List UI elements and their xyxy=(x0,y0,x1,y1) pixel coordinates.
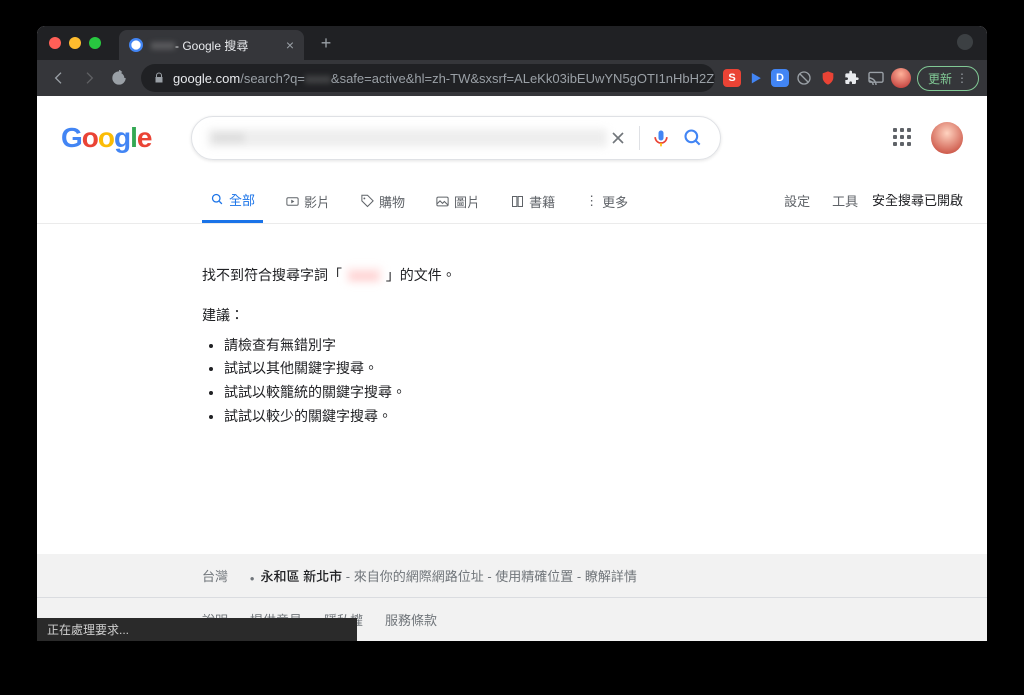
tab-title-redacted: xxxx xyxy=(151,38,175,52)
footer-location: 永和區 新北市 xyxy=(250,569,342,584)
url-path-prefix: /search?q= xyxy=(240,71,305,86)
account-avatar[interactable] xyxy=(931,122,963,154)
voice-search-icon[interactable] xyxy=(650,127,672,149)
ext-icon-s[interactable]: S xyxy=(723,69,741,87)
google-apps-icon[interactable] xyxy=(893,128,913,148)
tab-shopping[interactable]: 購物 xyxy=(352,180,413,222)
tab-overflow-icon[interactable] xyxy=(957,34,973,50)
url-query-redacted: xxxx xyxy=(305,71,331,86)
learn-more-link[interactable]: 瞭解詳情 xyxy=(585,569,637,584)
search-header: Google xxxx xyxy=(37,96,987,160)
tag-icon xyxy=(360,194,375,209)
new-tab-button[interactable]: + xyxy=(314,31,338,55)
close-tab-button[interactable]: × xyxy=(286,37,294,53)
tools-link[interactable]: 工具 xyxy=(832,191,858,210)
search-input-redacted[interactable]: xxxx xyxy=(208,129,607,147)
suggestion-item: 試試以較籠統的關鍵字搜尋。 xyxy=(224,381,987,405)
ext-icon-play[interactable]: ▶ xyxy=(747,69,765,87)
book-icon xyxy=(510,194,525,209)
tab-images[interactable]: 圖片 xyxy=(427,180,488,222)
reload-button[interactable] xyxy=(105,64,133,92)
google-logo[interactable]: Google xyxy=(61,122,151,154)
safesearch-label: 安全搜尋已開啟 xyxy=(872,190,963,209)
url-domain: google.com xyxy=(173,71,240,86)
browser-window: xxxx - Google 搜尋 × + google.com /search?… xyxy=(37,26,987,641)
no-results-term-redacted: xxxx xyxy=(346,267,382,283)
tab-all-label: 全部 xyxy=(229,190,255,209)
header-right xyxy=(893,122,963,154)
back-button[interactable] xyxy=(45,64,73,92)
lock-icon xyxy=(153,72,165,84)
tab-more[interactable]: ⋮ 更多 xyxy=(577,180,636,222)
tab-all[interactable]: 全部 xyxy=(202,178,263,223)
extension-icons: S ▶ D 更新⋮ xyxy=(723,66,979,91)
suggestions-list: 請檢查有無錯別字 試試以其他關鍵字搜尋。 試試以較籠統的關鍵字搜尋。 試試以較少… xyxy=(202,334,987,429)
suggestion-item: 請檢查有無錯別字 xyxy=(224,334,987,358)
window-controls xyxy=(45,37,101,49)
settings-link[interactable]: 設定 xyxy=(784,191,810,210)
browser-tab[interactable]: xxxx - Google 搜尋 × xyxy=(119,30,304,60)
google-favicon xyxy=(129,38,143,52)
suggestions-title: 建議： xyxy=(202,304,987,328)
search-submit-icon[interactable] xyxy=(682,127,704,149)
cast-icon[interactable] xyxy=(867,69,885,87)
no-results-prefix: 找不到符合搜尋字詞「 xyxy=(202,267,342,283)
extensions-puzzle-icon[interactable] xyxy=(843,69,861,87)
browser-toolbar: google.com /search?q= xxxx &safe=active&… xyxy=(37,60,987,96)
tab-videos-label: 影片 xyxy=(304,192,330,211)
titlebar: xxxx - Google 搜尋 × + xyxy=(37,26,987,60)
address-bar[interactable]: google.com /search?q= xxxx &safe=active&… xyxy=(141,64,715,92)
search-tabs: 全部 影片 購物 圖片 書籍 ⋮ 更多 設定 xyxy=(37,178,987,224)
browser-status-bar: 正在處理要求... xyxy=(37,618,357,641)
results-area: 找不到符合搜尋字詞「 xxxx 」的文件。 建議： 請檢查有無錯別字 試試以其他… xyxy=(37,224,987,429)
no-results-suffix: 」的文件。 xyxy=(386,267,456,283)
footer-country: 台灣 xyxy=(202,569,228,584)
image-icon xyxy=(435,194,450,209)
search-icon xyxy=(210,192,225,207)
update-button[interactable]: 更新⋮ xyxy=(917,66,979,91)
maximize-window-button[interactable] xyxy=(89,37,101,49)
video-icon xyxy=(285,194,300,209)
use-precise-location-link[interactable]: 使用精確位置 xyxy=(495,569,573,584)
ext-icon-block[interactable] xyxy=(795,69,813,87)
suggestion-item: 試試以較少的關鍵字搜尋。 xyxy=(224,405,987,429)
ext-icon-shield[interactable] xyxy=(819,69,837,87)
search-box[interactable]: xxxx xyxy=(191,116,721,160)
no-results-message: 找不到符合搜尋字詞「 xxxx 」的文件。 xyxy=(202,264,987,288)
page-content: Google xxxx 全部 影片 xyxy=(37,96,987,641)
search-divider xyxy=(639,126,640,150)
terms-link[interactable]: 服務條款 xyxy=(385,610,437,629)
tab-title-suffix: - Google 搜尋 xyxy=(175,37,248,54)
tab-more-label: 更多 xyxy=(602,192,628,211)
tab-images-label: 圖片 xyxy=(454,192,480,211)
tab-books-label: 書籍 xyxy=(529,192,555,211)
close-window-button[interactable] xyxy=(49,37,61,49)
tab-shopping-label: 購物 xyxy=(379,192,405,211)
tab-videos[interactable]: 影片 xyxy=(277,180,338,222)
footer-location-row: 台灣 永和區 新北市 - 來自你的網際網路位址 - 使用精確位置 - 瞭解詳情 xyxy=(37,554,987,598)
footer-location-note: - 來自你的網際網路位址 - xyxy=(346,569,496,584)
ext-icon-d[interactable]: D xyxy=(771,69,789,87)
more-dots-icon: ⋮ xyxy=(585,193,598,209)
minimize-window-button[interactable] xyxy=(69,37,81,49)
url-path-suffix: &safe=active&hl=zh-TW&sxsrf=ALeKk03ibEUw… xyxy=(331,71,715,86)
suggestion-item: 試試以其他關鍵字搜尋。 xyxy=(224,357,987,381)
tab-books[interactable]: 書籍 xyxy=(502,180,563,222)
clear-search-icon[interactable] xyxy=(607,127,629,149)
forward-button[interactable] xyxy=(75,64,103,92)
profile-avatar-icon[interactable] xyxy=(891,68,911,88)
